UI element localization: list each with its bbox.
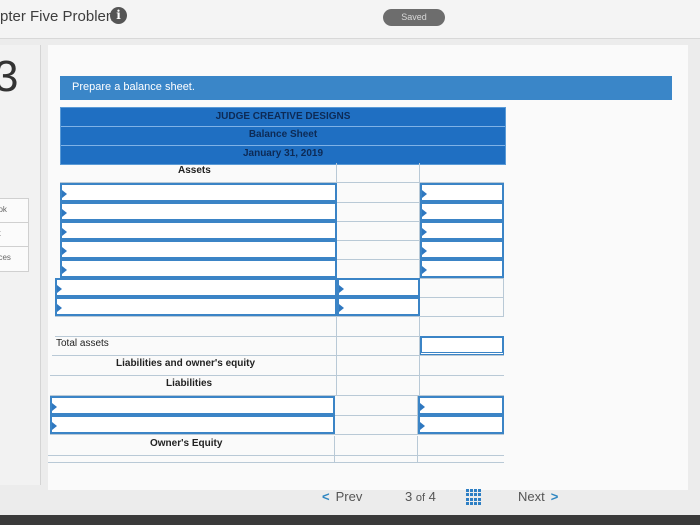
equity-row xyxy=(48,456,504,463)
entry-flag-icon xyxy=(422,266,427,274)
asset-account-select[interactable] xyxy=(60,240,337,259)
asset-row xyxy=(60,183,504,203)
entry-flag-icon xyxy=(52,422,57,430)
asset-amount-input[interactable] xyxy=(337,297,420,316)
total-assets-label: Total assets xyxy=(56,338,109,349)
statement-title: Balance Sheet xyxy=(248,129,318,140)
entry-flag-icon xyxy=(420,403,425,411)
total-pages: 4 xyxy=(428,489,436,504)
liability-row xyxy=(50,396,504,416)
asset-amount-input[interactable] xyxy=(420,202,504,221)
total-assets-input[interactable] xyxy=(420,336,504,355)
entry-flag-icon xyxy=(62,247,67,255)
asset-amount-input[interactable] xyxy=(420,240,504,259)
sidebar-tab-references[interactable]: nces xyxy=(0,246,29,272)
entry-flag-icon xyxy=(62,209,67,217)
liab-equity-heading: Liabilities and owner's equity xyxy=(116,358,256,369)
chevron-right-icon: > xyxy=(550,489,559,504)
liability-account-select[interactable] xyxy=(50,415,335,434)
question-number: 3 xyxy=(0,52,19,101)
chevron-left-icon: < xyxy=(322,489,330,504)
prev-button[interactable]: < Prev xyxy=(322,489,362,504)
asset-account-select[interactable] xyxy=(60,221,337,240)
assignment-title: pter Five Problems xyxy=(0,8,126,25)
asset-account-select[interactable] xyxy=(55,278,337,297)
entry-flag-icon xyxy=(422,190,427,198)
liability-amount-input[interactable] xyxy=(418,415,504,434)
asset-account-select[interactable] xyxy=(60,183,337,202)
statement-header: JUDGE CREATIVE DESIGNS Balance Sheet Jan… xyxy=(60,107,506,165)
asset-row xyxy=(60,259,504,279)
top-bar: pter Five Problems i Saved xyxy=(0,0,700,39)
entry-flag-icon xyxy=(422,228,427,236)
asset-amount-input[interactable] xyxy=(420,221,504,240)
entry-flag-icon xyxy=(62,266,67,274)
blank-row xyxy=(55,317,504,337)
saved-status-badge: Saved xyxy=(383,9,445,26)
asset-row xyxy=(60,202,504,222)
sidebar-tab-print[interactable]: nt xyxy=(0,222,29,248)
question-navigation: < Prev 3 of 4 Next > xyxy=(0,485,700,515)
liabilities-heading-row: Liabilities xyxy=(50,376,504,396)
entry-flag-icon xyxy=(339,304,344,312)
entry-flag-icon xyxy=(422,247,427,255)
asset-amount-input[interactable] xyxy=(420,183,504,202)
sidebar-tab-ebook[interactable]: ook xyxy=(0,198,29,224)
asset-row xyxy=(60,240,504,260)
page-of-label: of xyxy=(415,492,426,504)
equity-heading: Owner's Equity xyxy=(150,438,223,449)
liab-equity-heading-row: Liabilities and owner's equity xyxy=(50,356,504,376)
asset-amount-input[interactable] xyxy=(337,278,420,297)
asset-row xyxy=(55,278,504,298)
bottom-edge xyxy=(0,515,700,525)
entry-flag-icon xyxy=(57,304,62,312)
entry-flag-icon xyxy=(57,285,62,293)
next-button[interactable]: Next > xyxy=(518,489,558,504)
asset-account-select[interactable] xyxy=(60,259,337,278)
prev-label: Prev xyxy=(335,489,363,504)
total-assets-row: Total assets xyxy=(52,336,504,356)
asset-account-select[interactable] xyxy=(55,297,337,316)
asset-row xyxy=(55,297,504,317)
company-name: JUDGE CREATIVE DESIGNS xyxy=(215,111,351,122)
liability-amount-input[interactable] xyxy=(418,396,504,415)
question-prompt: Prepare a balance sheet. xyxy=(72,81,195,93)
assets-heading: Assets xyxy=(178,165,211,176)
asset-account-select[interactable] xyxy=(60,202,337,221)
asset-amount-input[interactable] xyxy=(420,259,504,278)
current-page: 3 xyxy=(405,489,413,504)
entry-flag-icon xyxy=(52,403,57,411)
page-indicator: 3 of 4 xyxy=(405,489,436,504)
entry-flag-icon xyxy=(62,190,67,198)
entry-flag-icon xyxy=(339,285,344,293)
next-label: Next xyxy=(518,489,545,504)
info-icon[interactable]: i xyxy=(110,7,127,24)
liabilities-heading: Liabilities xyxy=(166,378,213,389)
entry-flag-icon xyxy=(420,422,425,430)
statement-date: January 31, 2019 xyxy=(242,148,324,159)
asset-row xyxy=(60,221,504,241)
liability-account-select[interactable] xyxy=(50,396,335,415)
liability-row xyxy=(50,415,504,435)
equity-heading-row: Owner's Equity xyxy=(48,436,504,456)
question-grid-icon[interactable] xyxy=(466,489,482,505)
entry-flag-icon xyxy=(62,228,67,236)
assets-heading-row: Assets xyxy=(60,163,504,183)
entry-flag-icon xyxy=(422,209,427,217)
